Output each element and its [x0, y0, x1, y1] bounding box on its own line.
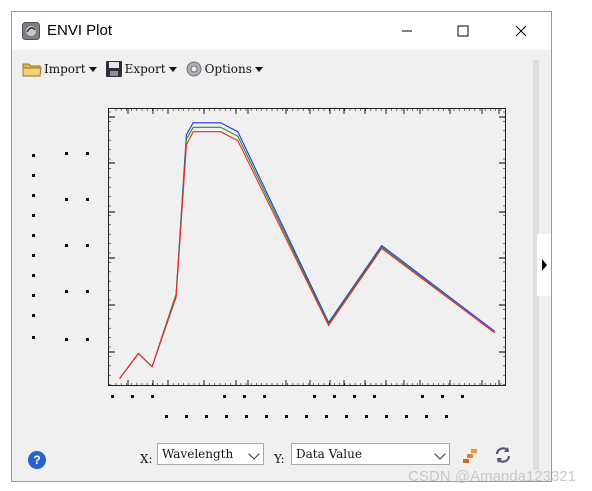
export-label: Export	[124, 62, 166, 76]
tick-dot	[32, 194, 35, 197]
tick-dot	[32, 234, 35, 237]
y-tick-label-dot	[86, 290, 89, 293]
toolbar: Import Export Options	[22, 58, 271, 80]
y-tick-label-dot	[65, 338, 68, 341]
x-tick-label-dot	[425, 415, 428, 418]
tick-dot	[32, 214, 35, 217]
y-axis-select-value: Data Value	[296, 447, 362, 461]
x-tick-label-dot	[345, 415, 348, 418]
options-label: Options	[204, 62, 252, 76]
x-tick-label-dot	[151, 395, 154, 398]
y-axis-label: Y:	[274, 452, 285, 466]
x-tick-label-dot	[353, 395, 356, 398]
stretch-icon[interactable]	[461, 445, 481, 465]
maximize-icon	[457, 25, 469, 37]
x-tick-label-dot	[365, 415, 368, 418]
y-tick-label-dot	[86, 244, 89, 247]
y-tick-label-dot	[86, 152, 89, 155]
x-tick-label-dot	[185, 415, 188, 418]
x-tick-label-dot	[333, 395, 336, 398]
x-axis-select[interactable]: Wavelength	[157, 443, 264, 465]
y-tick-label-dot	[86, 338, 89, 341]
watermark-text: CSDN @Amanda123321	[408, 468, 576, 485]
close-button[interactable]	[498, 12, 544, 50]
spectral-plot[interactable]	[108, 108, 506, 386]
envi-plot-window: ENVI Plot Import Export Options ? X: Wav…	[11, 11, 552, 482]
import-label: Import	[44, 62, 86, 76]
maximize-button[interactable]	[440, 12, 486, 50]
title-bar: ENVI Plot	[12, 12, 551, 50]
x-tick-label-dot	[385, 415, 388, 418]
y-tick-label-dot	[65, 152, 68, 155]
dropdown-arrow-icon	[88, 66, 97, 72]
x-tick-label-dot	[373, 395, 376, 398]
plot-frame	[108, 108, 506, 386]
x-tick-label-dot	[243, 395, 246, 398]
y-tick-label-dot	[86, 198, 89, 201]
refresh-icon[interactable]	[493, 445, 513, 465]
tick-dot	[32, 294, 35, 297]
dropdown-arrow-icon	[168, 66, 177, 72]
chevron-down-icon	[434, 448, 446, 460]
x-tick-label-dot	[131, 395, 134, 398]
import-menu-button[interactable]: Import	[22, 60, 97, 78]
x-tick-label-dot	[205, 415, 208, 418]
x-tick-label-dot	[285, 415, 288, 418]
x-tick-label-dot	[165, 415, 168, 418]
tick-dot	[32, 336, 35, 339]
side-panel-toggle[interactable]	[537, 234, 551, 296]
minimize-button[interactable]	[384, 12, 430, 50]
tick-dot	[32, 174, 35, 177]
y-axis-select[interactable]: Data Value	[291, 443, 450, 465]
x-tick-label-dot	[421, 395, 424, 398]
tick-dot	[32, 154, 35, 157]
envi-app-icon	[22, 22, 40, 40]
tick-dot	[32, 314, 35, 317]
x-axis-select-value: Wavelength	[162, 447, 234, 461]
x-tick-label-dot	[225, 415, 228, 418]
export-menu-button[interactable]: Export	[105, 60, 177, 78]
chevron-down-icon	[248, 448, 260, 460]
x-tick-label-dot	[305, 415, 308, 418]
y-tick-label-dot	[65, 198, 68, 201]
x-axis-label: X:	[140, 452, 153, 466]
window-title: ENVI Plot	[47, 22, 113, 39]
y-tick-label-dot	[65, 244, 68, 247]
x-tick-label-dot	[445, 415, 448, 418]
x-tick-label-dot	[405, 415, 408, 418]
y-tick-label-dot	[65, 290, 68, 293]
dropdown-arrow-icon	[254, 66, 263, 72]
chevron-right-icon	[542, 259, 547, 271]
folder-icon	[22, 63, 42, 77]
options-menu-button[interactable]: Options	[185, 60, 263, 78]
x-tick-label-dot	[263, 395, 266, 398]
close-icon	[515, 25, 527, 37]
x-tick-label-dot	[265, 415, 268, 418]
x-tick-label-dot	[461, 395, 464, 398]
x-tick-label-dot	[325, 415, 328, 418]
gear-icon	[186, 61, 202, 77]
x-tick-label-dot	[441, 395, 444, 398]
help-icon[interactable]: ?	[28, 451, 46, 469]
x-tick-label-dot	[313, 395, 316, 398]
x-tick-label-dot	[223, 395, 226, 398]
tick-dot	[32, 274, 35, 277]
x-tick-label-dot	[245, 415, 248, 418]
x-tick-label-dot	[111, 395, 114, 398]
minimize-icon	[402, 30, 412, 32]
save-disk-icon	[105, 61, 122, 77]
tick-dot	[32, 254, 35, 257]
